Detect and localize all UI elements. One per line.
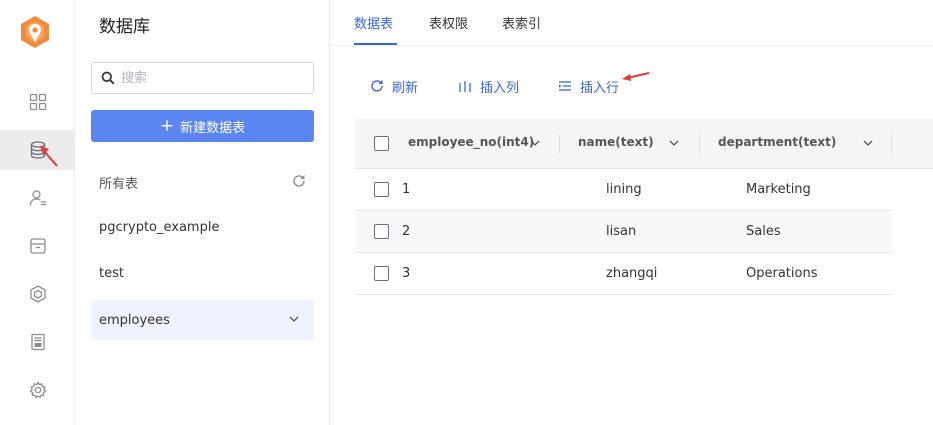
cell-name[interactable]: zhangqi <box>606 266 657 281</box>
cell-employee-no[interactable]: 3 <box>402 266 410 281</box>
cell-name[interactable]: lisan <box>606 224 636 239</box>
rail-item-settings[interactable] <box>0 370 75 410</box>
table-item-label: employees <box>99 312 170 328</box>
gear-icon <box>28 381 47 399</box>
table-item-label: pgcrypto_example <box>99 219 220 235</box>
select-all-checkbox[interactable] <box>374 136 389 151</box>
cell-employee-no[interactable]: 1 <box>402 182 410 197</box>
tab-indexes[interactable]: 表索引 <box>502 13 541 32</box>
tab-bar: 数据表 表权限 表索引 <box>331 0 933 46</box>
refresh-tables-icon[interactable] <box>291 173 307 189</box>
refresh-icon <box>371 79 383 92</box>
cell-department[interactable]: Marketing <box>746 182 811 197</box>
new-table-label: 新建数据表 <box>180 120 246 136</box>
main-content: 数据表 表权限 表索引 刷新 插入列 插入行 employee_no(int4)… <box>331 0 933 425</box>
row-checkbox[interactable] <box>374 224 389 239</box>
rail-item-dashboard[interactable] <box>0 82 75 122</box>
table-panel: 数据库 + 新建数据表 所有表 pgcrypto_example test em… <box>76 0 330 425</box>
new-table-button[interactable]: + 新建数据表 <box>91 110 314 142</box>
cell-department[interactable]: Sales <box>746 224 781 239</box>
tab-data[interactable]: 数据表 <box>354 13 393 32</box>
table-row[interactable]: 2 lisan Sales <box>355 211 892 253</box>
table-item-label: test <box>99 265 124 281</box>
active-tab-indicator <box>354 43 397 45</box>
tab-permissions[interactable]: 表权限 <box>429 13 468 32</box>
column-header-department[interactable]: department(text) <box>718 135 836 149</box>
chevron-down-icon[interactable] <box>530 139 540 147</box>
refresh-button[interactable]: 刷新 <box>370 77 419 96</box>
column-divider[interactable] <box>699 135 700 153</box>
refresh-label: 刷新 <box>392 80 419 96</box>
row-checkbox[interactable] <box>374 182 389 197</box>
table-item-test[interactable]: test <box>91 253 314 293</box>
search-input[interactable] <box>121 70 301 86</box>
chevron-down-icon[interactable] <box>669 139 679 147</box>
storage-icon <box>29 238 46 254</box>
table-row[interactable]: 3 zhangqi Operations <box>355 253 892 295</box>
rail-item-database[interactable] <box>0 130 75 170</box>
annotation-arrow-icon <box>622 72 650 81</box>
table-item-pgcrypto-example[interactable]: pgcrypto_example <box>91 207 314 247</box>
column-divider[interactable] <box>891 135 892 153</box>
rail-item-storage[interactable] <box>0 226 75 266</box>
insert-row-button[interactable]: 插入行 <box>558 77 620 96</box>
insert-row-label: 插入行 <box>580 80 620 96</box>
database-icon <box>30 141 45 159</box>
insert-column-label: 插入列 <box>480 80 520 96</box>
app-logo-icon <box>21 16 49 48</box>
cell-department[interactable]: Operations <box>746 266 817 281</box>
table-item-employees[interactable]: employees <box>91 300 314 340</box>
insert-column-icon <box>459 81 471 92</box>
all-tables-label: 所有表 <box>99 177 139 192</box>
panel-title: 数据库 <box>99 17 150 37</box>
cell-name[interactable]: lining <box>606 182 642 197</box>
search-box[interactable] <box>91 62 314 94</box>
search-icon <box>101 71 115 85</box>
rail-item-users[interactable] <box>0 178 75 218</box>
column-header-employee-no[interactable]: employee_no(int4) <box>408 135 534 149</box>
column-header-name[interactable]: name(text) <box>578 135 654 149</box>
dashboard-icon <box>29 93 46 111</box>
api-icon <box>30 333 45 351</box>
row-checkbox[interactable] <box>374 266 389 281</box>
cube-icon <box>29 285 46 303</box>
grid-header: employee_no(int4) name(text) department(… <box>355 119 933 169</box>
chevron-down-icon <box>289 316 299 322</box>
table-row[interactable]: 1 lining Marketing <box>355 169 892 211</box>
column-divider[interactable] <box>559 135 560 153</box>
insert-row-icon <box>559 81 571 91</box>
chevron-down-icon[interactable] <box>863 139 873 147</box>
cell-employee-no[interactable]: 2 <box>402 224 410 239</box>
rail-item-api[interactable] <box>0 322 75 362</box>
icon-rail <box>0 0 75 425</box>
user-icon <box>29 190 46 206</box>
insert-column-button[interactable]: 插入列 <box>458 77 520 96</box>
plus-icon: + <box>159 115 175 136</box>
rail-item-functions[interactable] <box>0 274 75 314</box>
